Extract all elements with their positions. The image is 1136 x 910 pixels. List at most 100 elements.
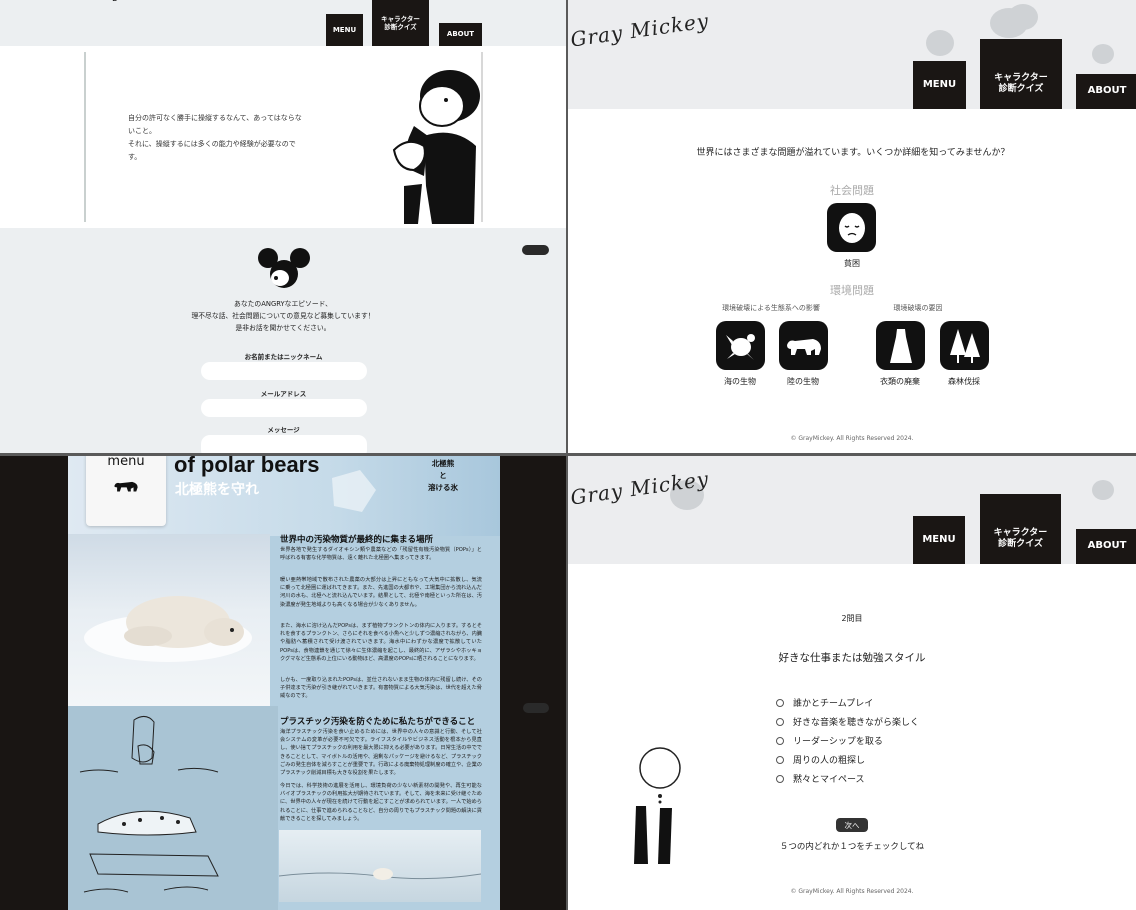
radio-button[interactable] [776,755,784,764]
radio-button[interactable] [776,698,784,707]
answer-option[interactable]: リーダーシップを取る [776,734,883,747]
topic-badge-line: 溶ける氷 [428,483,458,492]
radio-button[interactable] [776,774,784,783]
email-input[interactable] [201,399,367,417]
nav-quiz-button[interactable]: キャラクター 診断クイズ [980,39,1062,109]
footer-copyright: © GrayMickey. All Rights Reserved 2024. [790,435,914,442]
nav-quiz-line2: 診断クイズ [998,84,1044,94]
name-label: お名前またはニックネーム [244,353,323,361]
topic-badge-line: 北極熊 [431,459,455,468]
nav-quiz-line1: キャラクター [993,527,1048,538]
cloud-decoration [1008,4,1038,30]
land-creatures-button[interactable] [779,321,828,370]
poverty-button[interactable] [827,203,876,252]
nav-quiz-line2: 診断クイズ [998,539,1043,549]
nav-quiz-button[interactable]: キャラクター 診断クイズ [372,0,429,46]
contact-intro: あなたのANGRYなエピソード、 理不尽な話、社会問題についての意見など募集して… [170,298,396,334]
message-label: メッセージ [267,426,300,434]
next-button[interactable]: 次へ [836,818,868,832]
answer-option[interactable]: 誰かとチームプレイ [776,696,873,709]
nav-about-button[interactable]: ABOUT [439,23,482,46]
sea-creatures-label: 海の生物 [724,377,756,386]
radio-button[interactable] [776,736,784,745]
quote-line: 自分の許可なく勝手に操縦するなんて、あってはならな [128,114,302,122]
swimming-bear-image [278,868,482,880]
deforestation-button[interactable] [940,321,989,370]
bear-and-seal-sketch [79,716,219,893]
article-paragraph: 海洋プラスチック汚染を食い止めるためには、世界中の人々の意識と行動、そして社会シ… [280,729,482,777]
clothing-waste-label: 衣類の廃棄 [880,377,920,386]
answer-option-label: 好きな音楽を聴きながら楽しく [793,718,920,728]
causes-subheading: 環境破壊の要因 [893,304,943,312]
email-label: メールアドレス [260,390,307,398]
answer-option[interactable]: 周りの人の粗探し [776,753,865,766]
intro-line: 是非お話を聞かせてください。 [235,324,331,332]
article-page: menu of polar bears 北極熊を守れ 北極熊 と 溶ける氷 世界… [68,456,500,910]
menu-button[interactable]: menu [86,456,166,526]
answer-option-label: 周りの人の粗探し [793,756,866,766]
character-illustration [392,70,480,224]
nav-menu-button[interactable]: MENU [913,516,965,564]
intro-line: あなたのANGRYなエピソード、 [234,300,332,308]
nav-quiz-line1: キャラクター [994,72,1048,83]
article-paragraph: 世界各地で発生するダイオキシン類や農薬などの「残留性有機汚染物質（POPs）」と… [280,547,482,562]
ecosystem-subheading: 環境破壊による生態系への影響 [722,304,820,312]
topic-badge[interactable]: 北極熊 と 溶ける氷 [418,458,468,494]
social-issues-heading: 社会問題 [830,184,874,197]
sea-creatures-button[interactable] [716,321,765,370]
scroll-indicator[interactable] [523,703,549,713]
logo-fragment[interactable]: Gray [84,0,122,2]
topic-badge-line: と [439,471,447,480]
land-creatures-label: 陸の生物 [787,377,819,386]
mickey-icon [258,248,310,288]
article-paragraph: また、海水に溶け込んだPOPsは、まず植物プランクトンの体内に入ります。するとそ… [280,623,482,662]
question-number: 2問目 [841,614,863,623]
cloud-decoration [926,30,954,56]
nav-menu-button[interactable]: MENU [913,61,966,109]
polar-bear-article-panel: menu of polar bears 北極熊を守れ 北極熊 と 溶ける氷 世界… [0,456,566,910]
article-title-jp: 北極熊を守れ [175,482,259,498]
nav-about-button[interactable]: ABOUT [1076,74,1136,109]
article-paragraph: しかも、一度取り込まれたPOPsは、並仕されないまま生物の体内に残留し続け、その… [280,677,482,700]
quote-line: いこと。 [128,127,156,135]
polar-bear-image [84,596,252,662]
sad-face-icon [838,212,865,243]
nav-quiz-line2: 診断クイズ [384,23,417,31]
poverty-label: 貧困 [844,259,860,268]
nav-quiz-button[interactable]: キャラクター 診断クイズ [980,494,1061,564]
scroll-indicator[interactable] [522,245,549,255]
answer-option[interactable]: 好きな音楽を聴きながら楽しく [776,715,919,728]
article-paragraph: 今日では、科学技術の進展を活用し、環境負荷の少ない新素材の開発や、再生可能なバイ… [280,783,482,822]
quote-line: す。 [128,153,142,161]
nav-quiz-line1: キャラクター [381,14,420,23]
quiz-page-panel: Gray Mickey MENU キャラクター 診断クイズ ABOUT 2問目 … [568,456,1136,910]
answer-option-label: リーダーシップを取る [793,737,883,747]
answer-option[interactable]: 黙々とマイペース [776,772,865,785]
trees-icon [949,328,980,363]
quote-text: 自分の許可なく勝手に操縦するなんて、あってはならな いこと。 それに、操縦するに… [128,112,303,164]
message-input[interactable] [201,435,367,453]
menu-label: menu [107,456,145,469]
radio-button[interactable] [776,717,784,726]
swimming-bear-photo [278,830,482,902]
ice-shape-decoration [332,470,376,512]
article-title-en: of polar bears [174,456,320,477]
question-text: 好きな仕事または勉強スタイル [778,652,926,664]
section-heading: プラスチック汚染を防ぐために私たちができること [280,717,476,727]
nav-about-button[interactable]: ABOUT [1076,529,1136,564]
answer-option-label: 黙々とマイペース [793,775,865,785]
clothing-waste-button[interactable] [876,321,925,370]
illustration-area [68,706,278,910]
footer-copyright: © GrayMickey. All Rights Reserved 2024. [790,888,914,895]
polar-bear-icon [786,338,821,355]
instruction-hint: ５つの内どれか１つをチェックしてね [779,842,925,852]
page-lead: 世界にはさまざまな問題が溢れています。いくつか詳細を知ってみませんか？ [696,148,1010,158]
environment-issues-heading: 環境問題 [830,284,874,297]
nav-menu-button[interactable]: MENU [326,14,363,46]
intro-line: 理不尽な話、社会問題についての意見など募集しています！ [191,312,375,320]
divider-line [84,52,86,222]
cloud-decoration [1092,44,1114,64]
cloud-decoration [1092,480,1114,500]
deforestation-label: 森林伐採 [948,377,980,386]
name-input[interactable] [201,362,367,380]
